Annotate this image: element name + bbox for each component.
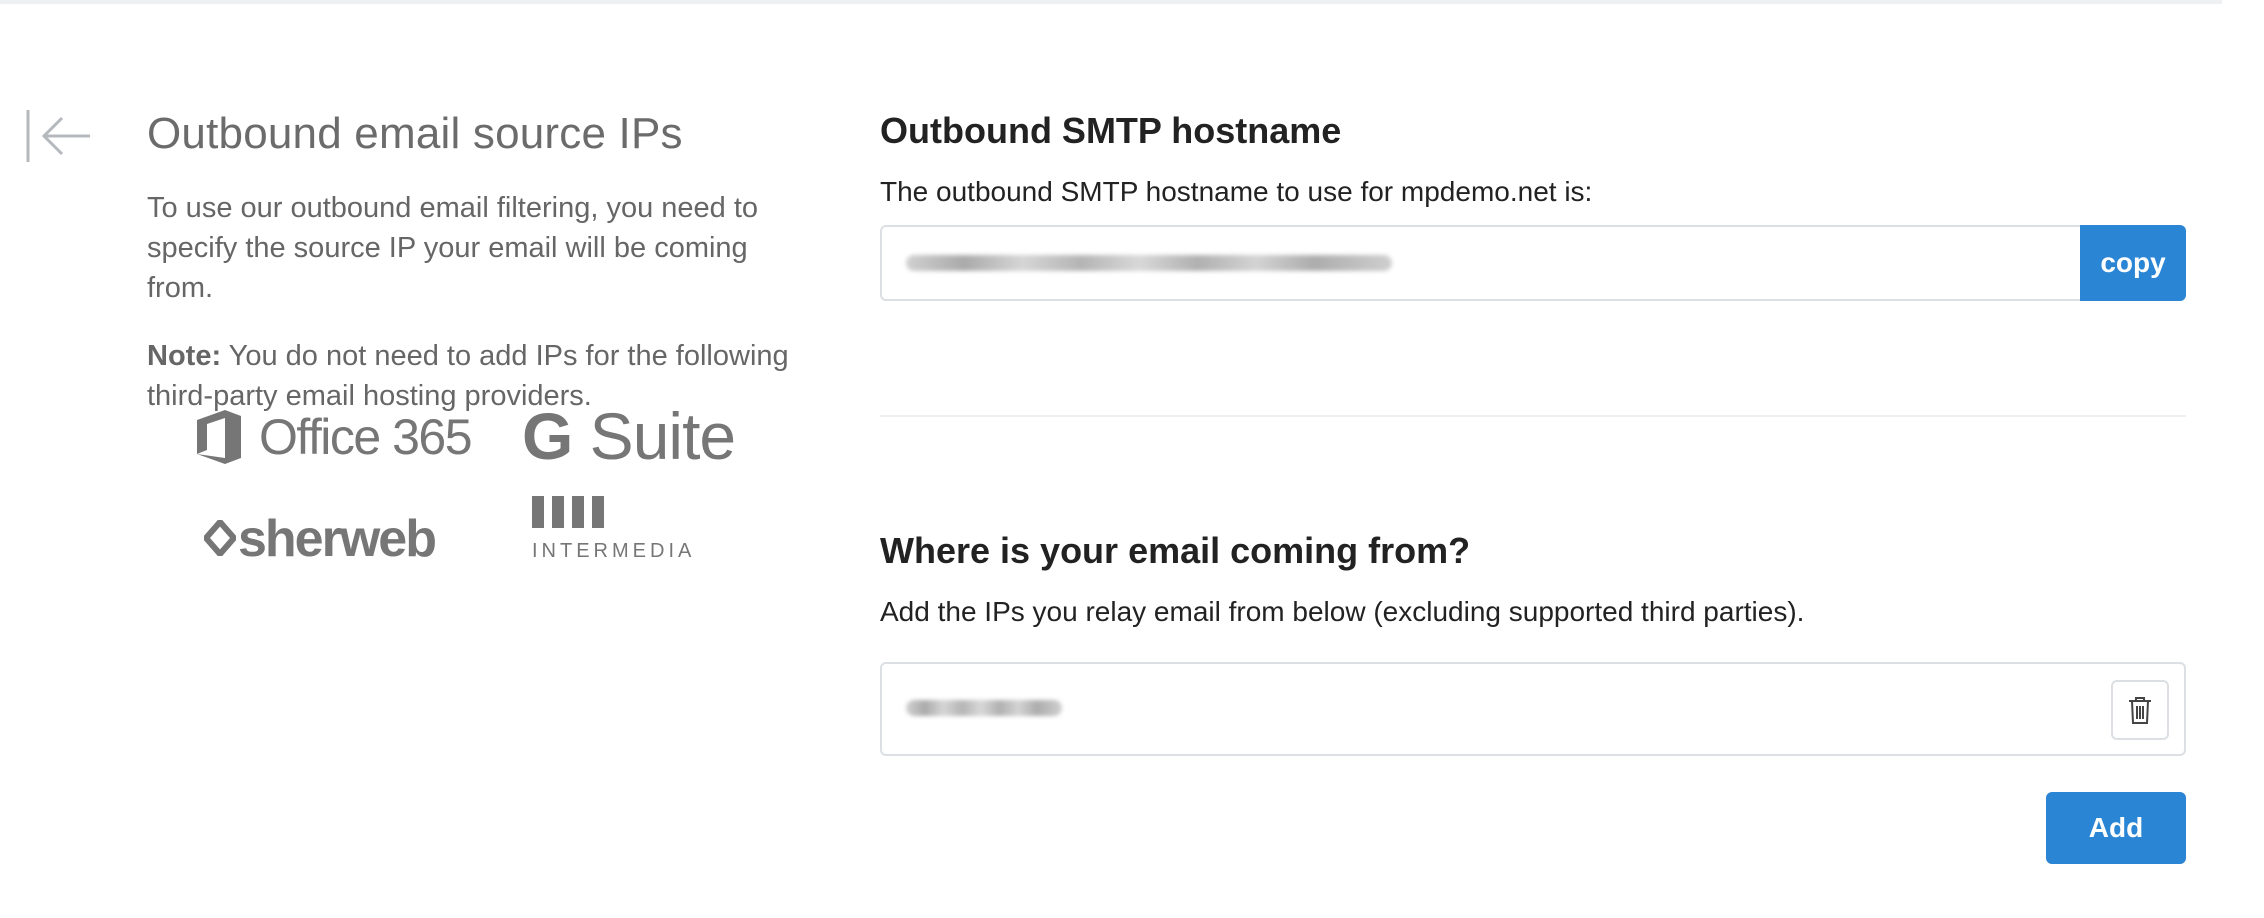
smtp-description: The outbound SMTP hostname to use for mp…	[880, 176, 1593, 207]
trash-icon	[2129, 697, 2151, 724]
note-label: Note:	[147, 340, 222, 372]
delete-ip-button[interactable]	[2111, 680, 2169, 740]
source-heading: Where is your email coming from?	[880, 530, 1471, 571]
office-logo-icon	[197, 410, 241, 464]
back-arrow-icon[interactable]	[26, 108, 92, 164]
sidebar-panel: Outbound email source IPs To use our out…	[147, 106, 807, 568]
office365-label: Office 365	[259, 409, 473, 465]
gsuite-suite: Suite	[572, 399, 736, 473]
source-ip-field[interactable]	[880, 662, 2186, 756]
sidebar-intro: To use our outbound email filtering, you…	[147, 192, 759, 304]
intermedia-label: INTERMEDIA	[532, 540, 696, 562]
section-divider	[880, 415, 2186, 417]
copy-button[interactable]: copy	[2080, 225, 2186, 301]
add-ip-button[interactable]: Add	[2046, 792, 2186, 864]
smtp-heading: Outbound SMTP hostname	[880, 110, 1342, 151]
smtp-hostname-field[interactable]	[880, 225, 2090, 301]
ip-value-redacted	[906, 700, 1062, 716]
sherweb-label: sherweb	[238, 510, 437, 568]
sidebar-title: Outbound email source IPs	[147, 109, 683, 158]
sherweb-diamond-icon	[204, 520, 236, 556]
gsuite-label: G Suite	[522, 399, 736, 473]
top-divider	[0, 0, 2222, 4]
gsuite-g: G	[522, 399, 573, 473]
source-description: Add the IPs you relay email from below (…	[880, 596, 1805, 627]
gsuite-logo: G Suite	[522, 396, 736, 476]
hostname-value-redacted	[906, 255, 1392, 271]
provider-logos: Office 365 G Suite sherweb INTERMEDIA	[147, 399, 807, 586]
intermedia-logo: INTERMEDIA	[532, 496, 702, 586]
